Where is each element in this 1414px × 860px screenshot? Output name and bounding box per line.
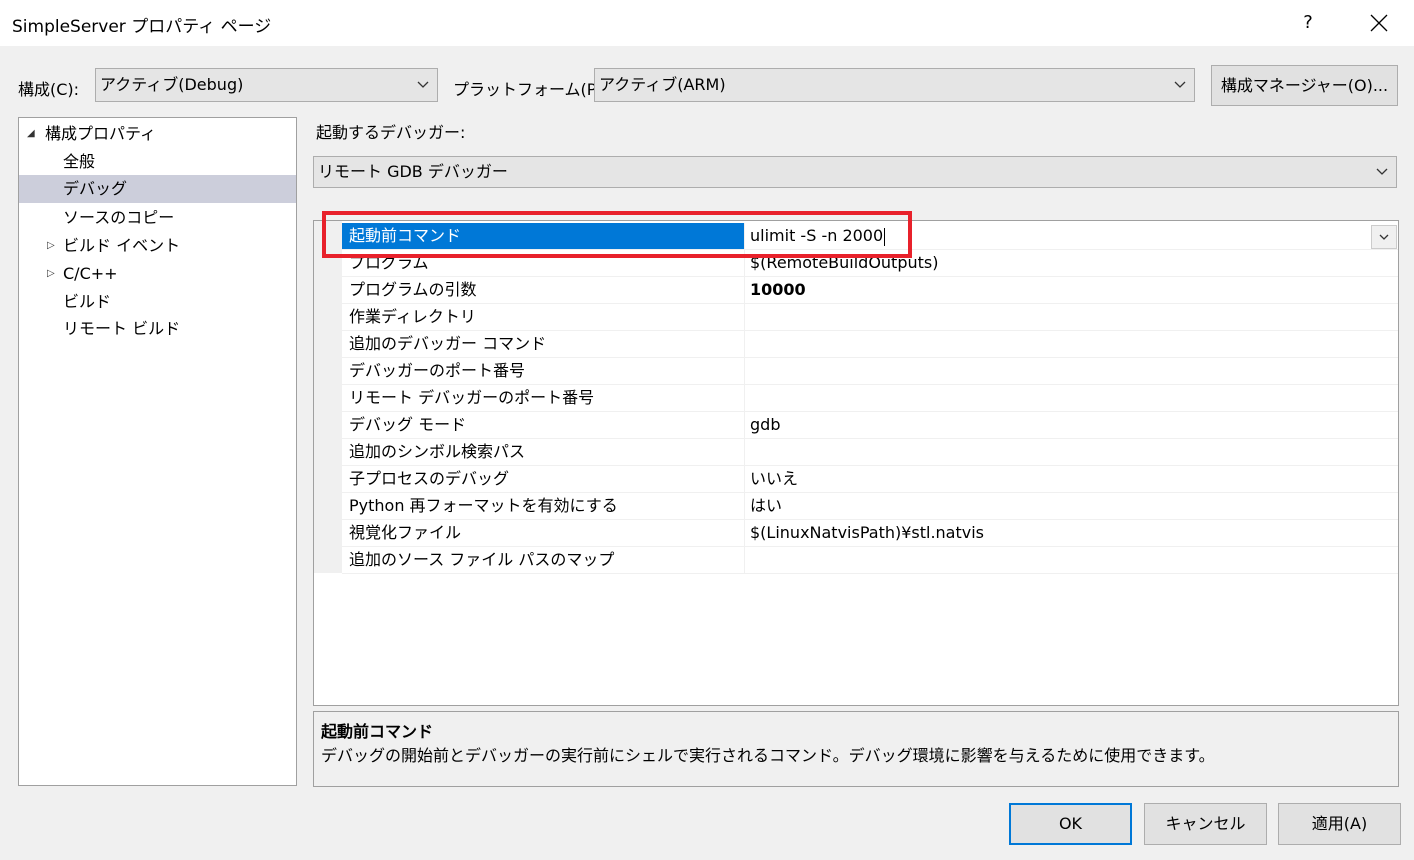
property-value — [745, 385, 1398, 411]
property-value: いいえ — [750, 469, 799, 488]
property-grid: 起動前コマンド ulimit -S -n 2000 プログラム $(Remote… — [313, 220, 1399, 706]
property-name: デバッガーのポート番号 — [342, 358, 745, 384]
close-icon — [1370, 14, 1388, 32]
tree-item-general[interactable]: 全般 — [19, 148, 296, 176]
property-dropdown-button[interactable] — [1371, 225, 1397, 249]
config-value: アクティブ(Debug) — [100, 75, 244, 94]
expander-expanded-icon[interactable]: ◢ — [27, 120, 35, 148]
tree-item-label: ビルド — [63, 292, 112, 311]
tree-item-build[interactable]: ビルド — [19, 288, 296, 316]
config-manager-button[interactable]: 構成マネージャー(O)... — [1211, 65, 1398, 106]
debugger-dropdown[interactable]: リモート GDB デバッガー — [313, 156, 1397, 188]
property-tree: ◢ 構成プロパティ 全般 デバッグ ソースのコピー ▷ ビルド イベント ▷ C… — [18, 117, 297, 786]
property-value — [745, 331, 1398, 357]
property-name: プログラムの引数 — [342, 277, 745, 303]
apply-button[interactable]: 適用(A) — [1278, 803, 1401, 845]
debugger-value: リモート GDB デバッガー — [318, 162, 508, 181]
platform-label: プラットフォーム(P): — [453, 80, 609, 99]
property-value: はい — [750, 496, 783, 515]
close-button[interactable] — [1350, 4, 1408, 42]
chevron-down-icon — [1174, 81, 1186, 88]
property-row-remote-debugger-port[interactable]: リモート デバッガーのポート番号 — [342, 385, 1398, 412]
property-value — [745, 358, 1398, 384]
property-row-debugger-port[interactable]: デバッガーのポート番号 — [342, 358, 1398, 385]
property-name: リモート デバッガーのポート番号 — [342, 385, 745, 411]
property-row-debugging-mode[interactable]: デバッグ モード gdb — [342, 412, 1398, 439]
title-bar: SimpleServer プロパティ ページ ? — [0, 0, 1414, 46]
property-row-source-file-map[interactable]: 追加のソース ファイル パスのマップ — [342, 547, 1398, 574]
property-name: Python 再フォーマットを有効にする — [342, 493, 745, 519]
property-value — [745, 304, 1398, 330]
tree-item-remote-build[interactable]: リモート ビルド — [19, 315, 296, 343]
property-name: 追加のデバッガー コマンド — [342, 331, 745, 357]
expander-collapsed-icon[interactable]: ▷ — [47, 260, 55, 288]
property-name: 追加のソース ファイル パスのマップ — [342, 547, 745, 573]
chevron-down-icon — [1376, 168, 1388, 175]
property-row-debug-child-processes[interactable]: 子プロセスのデバッグ いいえ — [342, 466, 1398, 493]
grid-gutter — [314, 221, 342, 573]
property-row-python-reformat[interactable]: Python 再フォーマットを有効にする はい — [342, 493, 1398, 520]
config-label: 構成(C): — [18, 80, 80, 99]
property-name: 追加のシンボル検索パス — [342, 439, 745, 465]
property-value — [745, 439, 1398, 465]
property-value: 10000 — [750, 280, 806, 299]
property-value: $(LinuxNatvisPath)¥stl.natvis — [750, 523, 985, 542]
property-row-program-arguments[interactable]: プログラムの引数 10000 — [342, 277, 1398, 304]
description-text: デバッグの開始前とデバッガーの実行前にシェルで実行されるコマンド。デバッグ環境に… — [321, 746, 1215, 765]
window-title: SimpleServer プロパティ ページ — [12, 17, 272, 37]
property-row-visualization-file[interactable]: 視覚化ファイル $(LinuxNatvisPath)¥stl.natvis — [342, 520, 1398, 547]
tree-item-label: 構成プロパティ — [45, 124, 157, 143]
tree-item-label: デバッグ — [63, 179, 128, 198]
property-name: 視覚化ファイル — [342, 520, 745, 546]
highlight-annotation-box — [322, 211, 912, 258]
property-value — [745, 547, 1398, 573]
ok-button[interactable]: OK — [1009, 803, 1132, 845]
platform-value: アクティブ(ARM) — [599, 75, 726, 94]
tree-item-config-properties[interactable]: ◢ 構成プロパティ — [19, 120, 296, 148]
tree-item-label: ソースのコピー — [63, 208, 175, 227]
property-name: デバッグ モード — [342, 412, 745, 438]
description-panel: 起動前コマンド デバッグの開始前とデバッガーの実行前にシェルで実行されるコマンド… — [313, 711, 1399, 787]
property-value: gdb — [750, 415, 781, 434]
cancel-button[interactable]: キャンセル — [1144, 803, 1267, 845]
tree-item-debugging[interactable]: デバッグ — [19, 175, 296, 203]
tree-item-label: C/C++ — [63, 264, 118, 283]
property-row-additional-debugger-commands[interactable]: 追加のデバッガー コマンド — [342, 331, 1398, 358]
tree-item-label: リモート ビルド — [63, 319, 181, 338]
property-row-symbol-search-paths[interactable]: 追加のシンボル検索パス — [342, 439, 1398, 466]
tree-item-build-events[interactable]: ▷ ビルド イベント — [19, 232, 296, 260]
config-dropdown[interactable]: アクティブ(Debug) — [95, 68, 438, 102]
tree-item-copy-sources[interactable]: ソースのコピー — [19, 204, 296, 232]
property-name: 作業ディレクトリ — [342, 304, 745, 330]
chevron-down-icon — [1379, 234, 1389, 240]
tree-item-label: 全般 — [63, 152, 96, 171]
chevron-down-icon — [417, 81, 429, 88]
tree-item-label: ビルド イベント — [63, 236, 181, 255]
tree-item-cpp[interactable]: ▷ C/C++ — [19, 260, 296, 288]
help-button[interactable]: ? — [1290, 4, 1326, 42]
property-name: 子プロセスのデバッグ — [342, 466, 745, 492]
debugger-label: 起動するデバッガー: — [316, 123, 466, 142]
property-row-working-directory[interactable]: 作業ディレクトリ — [342, 304, 1398, 331]
platform-dropdown[interactable]: アクティブ(ARM) — [594, 68, 1195, 102]
expander-collapsed-icon[interactable]: ▷ — [47, 232, 55, 260]
description-title: 起動前コマンド — [321, 722, 434, 741]
